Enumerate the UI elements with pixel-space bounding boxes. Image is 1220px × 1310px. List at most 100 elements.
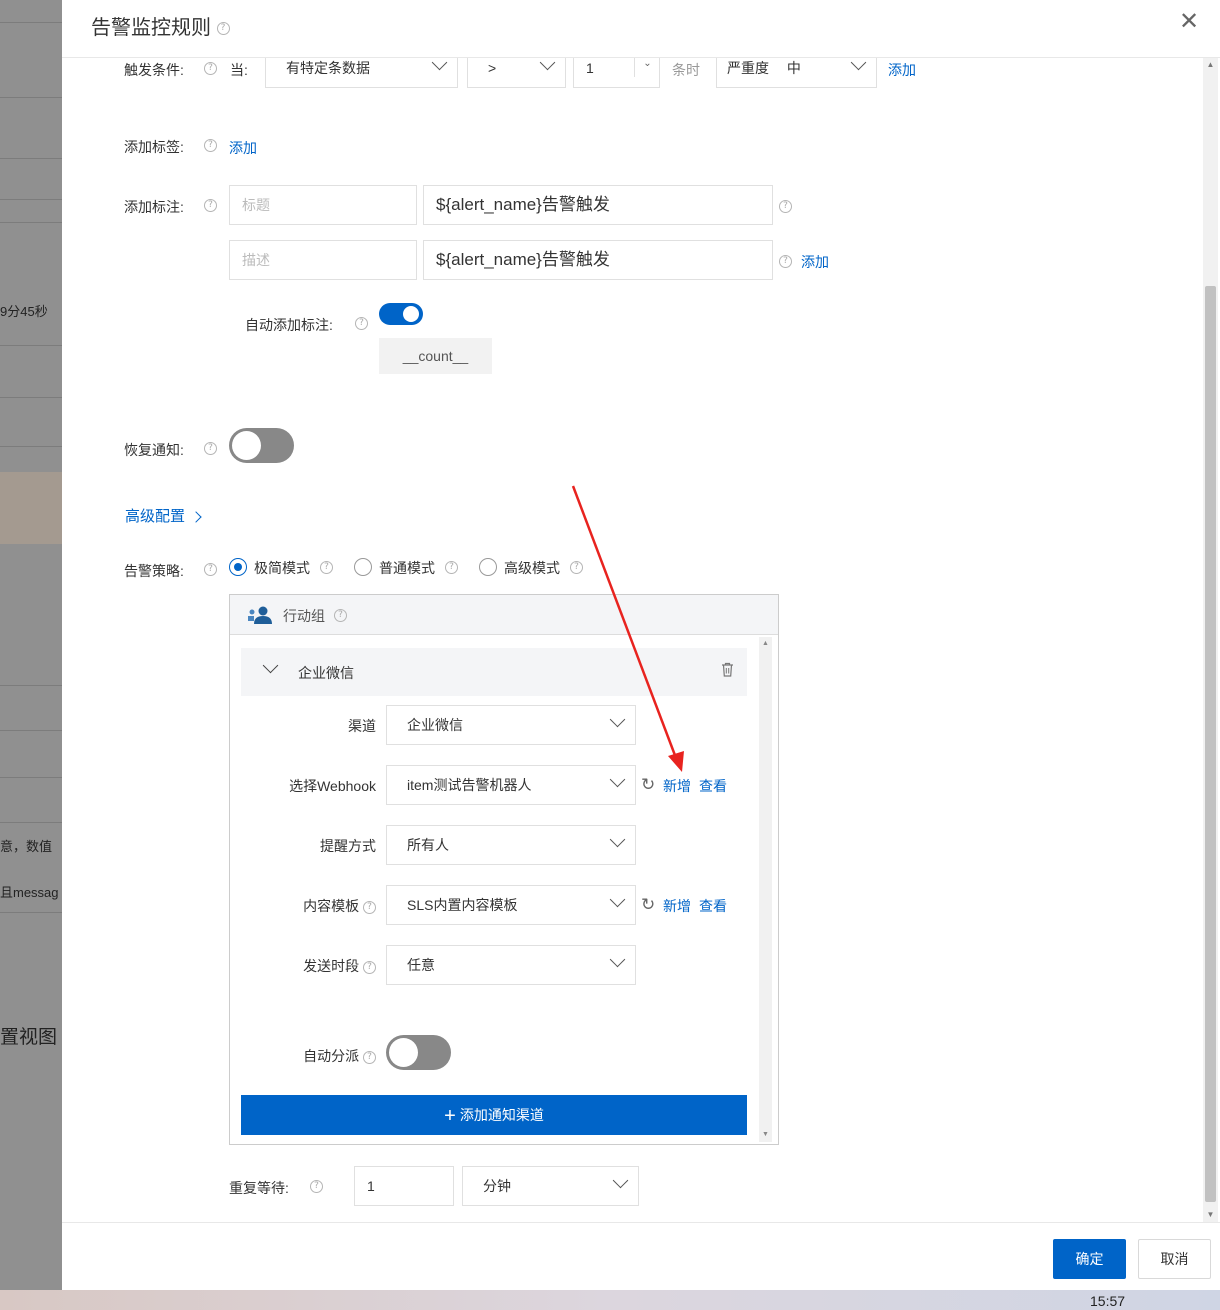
action-group-panel: 行动组 ? ▲ ▼ 企业微信 渠道 企业微信 选择Webhook item测试告… <box>229 594 779 1145</box>
help-icon[interactable]: ? <box>216 22 230 36</box>
stepper-icon[interactable]: ⌃⌄ <box>634 58 660 77</box>
period-label-text: 发送时段 <box>303 958 360 974</box>
channel-header[interactable]: 企业微信 <box>241 648 747 696</box>
trigger-condition-value: 有特定条数据 <box>286 60 370 76</box>
webhook-new-link[interactable]: 新增 <box>663 776 691 796</box>
annotation-value-text: ${alert_name}告警触发 <box>436 250 610 269</box>
annotation-value-input[interactable]: ${alert_name}告警触发 <box>423 185 773 225</box>
help-icon[interactable]: ? <box>445 561 458 574</box>
help-icon[interactable]: ? <box>570 561 583 574</box>
trigger-add-link[interactable]: 添加 <box>888 60 916 80</box>
help-icon[interactable]: ? <box>204 199 217 212</box>
toggle-knob <box>232 431 261 460</box>
chevron-down-icon <box>609 951 626 968</box>
cancel-button[interactable]: 取消 <box>1138 1239 1211 1279</box>
help-icon[interactable]: ? <box>204 563 217 576</box>
strategy-radio-normal[interactable] <box>354 558 372 576</box>
trigger-when-label: 当: <box>230 62 248 78</box>
chevron-down-icon <box>539 58 556 71</box>
add-channel-button[interactable]: + 添加通知渠道 <box>241 1095 747 1135</box>
help-icon[interactable]: ? <box>363 960 376 974</box>
scroll-down-icon[interactable]: ▼ <box>1203 1208 1218 1222</box>
annotation-key-input[interactable]: 标题 <box>229 185 417 225</box>
dialog-title: 告警监控规则 ? <box>91 11 230 40</box>
dialog-scrollbar[interactable]: ▲ ▼ <box>1203 58 1218 1222</box>
refresh-icon[interactable]: ↻ <box>641 895 655 915</box>
action-group-header: 行动组 ? <box>230 595 778 635</box>
trigger-count-input[interactable]: 1 ⌃⌄ <box>573 58 660 88</box>
trigger-count-value: 1 <box>586 60 594 76</box>
add-channel-text: 添加通知渠道 <box>459 1107 544 1123</box>
recovery-toggle[interactable] <box>229 428 294 463</box>
dispatch-label: 自动分派 ? <box>303 1046 376 1066</box>
chevron-down-icon <box>431 58 448 71</box>
channel-select[interactable]: 企业微信 <box>386 705 636 745</box>
scroll-up-icon[interactable]: ▲ <box>759 637 772 651</box>
annotation-value-input[interactable]: ${alert_name}告警触发 <box>423 240 773 280</box>
template-new-link[interactable]: 新增 <box>663 896 691 916</box>
webhook-select-value: item测试告警机器人 <box>407 777 532 793</box>
help-icon[interactable]: ? <box>204 139 217 152</box>
repeat-unit-select[interactable]: 分钟 <box>462 1166 639 1206</box>
strategy-radio-advanced[interactable] <box>479 558 497 576</box>
help-icon[interactable]: ? <box>334 609 347 622</box>
alert-rule-dialog: 告警监控规则 ? ✕ 触发条件: ? 当: 有特定条数据 > 1 ⌃⌄ 条时 严… <box>62 0 1220 1290</box>
close-icon[interactable]: ✕ <box>1177 10 1201 34</box>
confirm-button[interactable]: 确定 <box>1053 1239 1126 1279</box>
channel-select-value: 企业微信 <box>407 717 463 733</box>
annotation-key-input[interactable]: 描述 <box>229 240 417 280</box>
webhook-view-link[interactable]: 查看 <box>699 776 727 796</box>
auto-dispatch-toggle[interactable] <box>386 1035 451 1070</box>
users-icon <box>248 606 272 624</box>
repeat-input[interactable]: 1 <box>354 1166 454 1206</box>
help-icon[interactable]: ? <box>779 255 792 268</box>
dispatch-label-text: 自动分派 <box>303 1048 360 1064</box>
scroll-up-icon[interactable]: ▲ <box>1203 58 1218 72</box>
repeat-label: 重复等待: <box>229 1180 289 1196</box>
chevron-right-icon <box>190 511 202 523</box>
template-select[interactable]: SLS内置内容模板 <box>386 885 636 925</box>
channel-title: 企业微信 <box>298 665 354 681</box>
strategy-radio-simple[interactable] <box>229 558 247 576</box>
advanced-config-link[interactable]: 高级配置 <box>125 505 202 526</box>
chevron-down-icon[interactable] <box>262 657 279 674</box>
trigger-operator-select[interactable]: > <box>467 58 566 88</box>
help-icon[interactable]: ? <box>204 62 217 75</box>
period-select-value: 任意 <box>407 957 435 973</box>
repeat-unit-value: 分钟 <box>483 1178 511 1194</box>
template-view-link[interactable]: 查看 <box>699 896 727 916</box>
help-icon[interactable]: ? <box>355 317 368 330</box>
trash-icon[interactable] <box>721 662 734 677</box>
help-icon[interactable]: ? <box>204 442 217 455</box>
repeat-value: 1 <box>367 1178 375 1194</box>
annotations-add-link[interactable]: 添加 <box>801 252 829 272</box>
help-icon[interactable]: ? <box>320 561 333 574</box>
auto-annotation-toggle[interactable] <box>379 303 423 325</box>
help-icon[interactable]: ? <box>363 1050 376 1064</box>
remind-select[interactable]: 所有人 <box>386 825 636 865</box>
labels-add-link[interactable]: 添加 <box>229 138 257 158</box>
help-icon[interactable]: ? <box>779 200 792 213</box>
taskbar: 15:57 <box>0 1290 1220 1310</box>
plus-icon: + <box>444 1105 456 1127</box>
help-icon[interactable]: ? <box>310 1180 323 1193</box>
webhook-select[interactable]: item测试告警机器人 <box>386 765 636 805</box>
auto-annotation-label: 自动添加标注: <box>245 317 333 333</box>
severity-select[interactable]: 严重度 中 <box>716 58 877 88</box>
webhook-label: 选择Webhook <box>289 778 376 794</box>
template-select-value: SLS内置内容模板 <box>407 897 518 913</box>
annotation-key-placeholder: 标题 <box>242 197 270 213</box>
action-group-scrollbar[interactable]: ▲ ▼ <box>759 637 772 1142</box>
labels-label: 添加标签: <box>124 139 184 155</box>
severity-label: 严重度 <box>727 60 769 76</box>
strategy-label: 告警策略: <box>124 563 184 579</box>
help-icon[interactable]: ? <box>363 900 376 914</box>
scroll-down-icon[interactable]: ▼ <box>759 1128 772 1142</box>
trigger-count-unit: 条时 <box>672 62 700 78</box>
period-select[interactable]: 任意 <box>386 945 636 985</box>
trigger-condition-select[interactable]: 有特定条数据 <box>265 58 458 88</box>
scrollbar-thumb[interactable] <box>1205 286 1216 1202</box>
refresh-icon[interactable]: ↻ <box>641 775 655 795</box>
annotation-key-placeholder: 描述 <box>242 252 270 268</box>
annotations-label: 添加标注: <box>124 199 184 215</box>
